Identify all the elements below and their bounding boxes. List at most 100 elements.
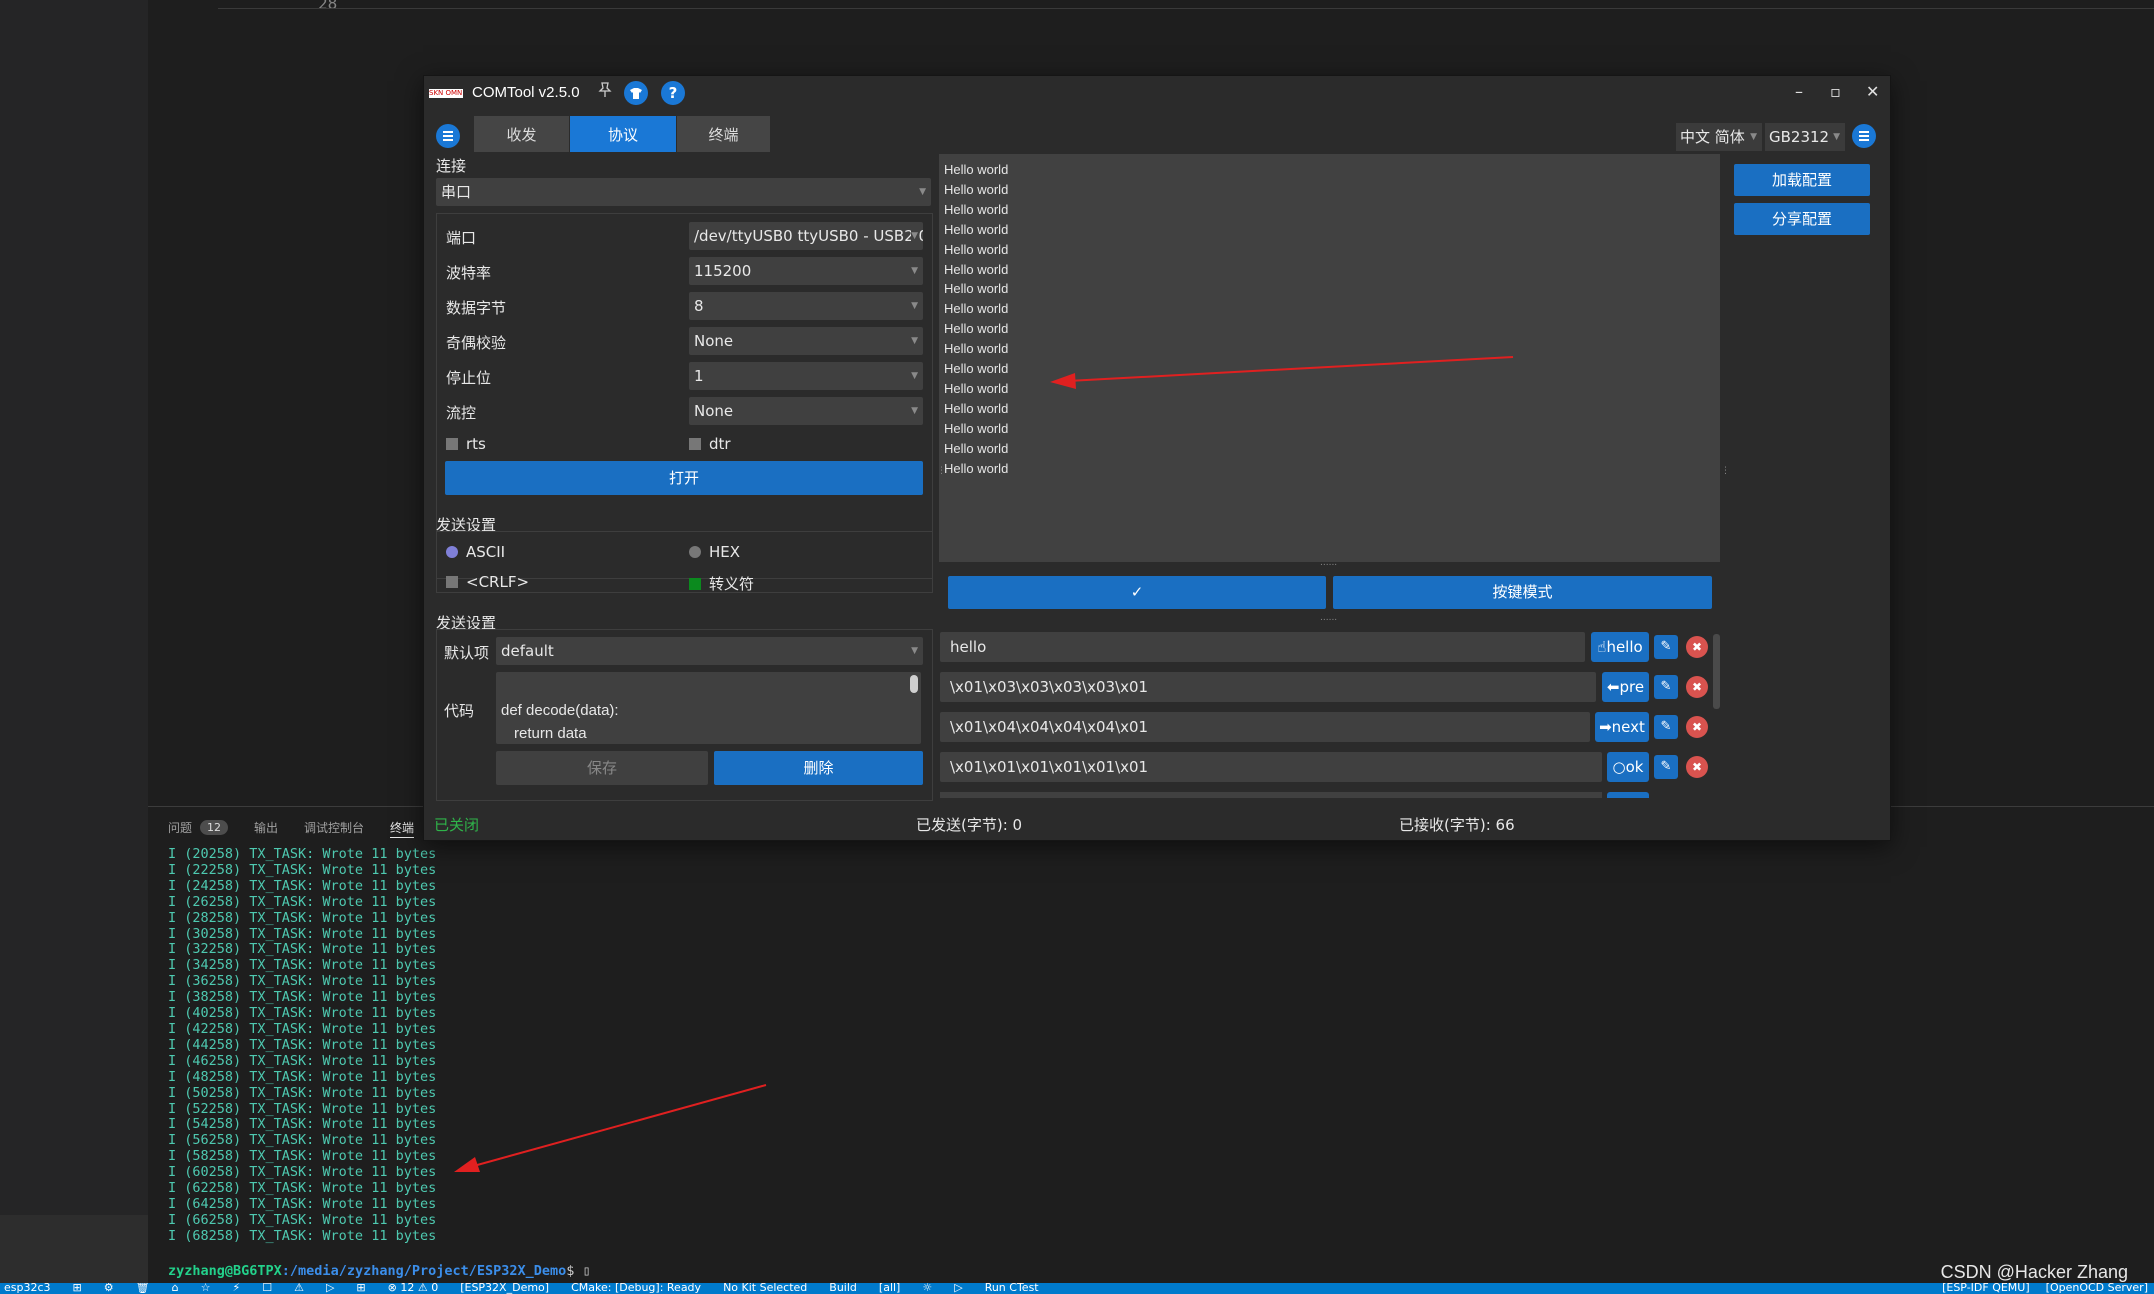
splitter-handle-left[interactable]: ⋮ — [937, 466, 946, 476]
status-item[interactable]: ⊞ — [356, 1283, 365, 1294]
pin-icon[interactable] — [598, 82, 612, 102]
right-menu-icon[interactable] — [1852, 124, 1876, 148]
terminal-line: I (50258) TX_TASK: Wrote 11 bytes — [168, 1084, 437, 1101]
splitter-handle-send[interactable]: ...... — [1320, 613, 1337, 623]
send-next-button[interactable]: ➡next — [1595, 712, 1649, 742]
terminal-prompt[interactable]: zyzhang@BG6TPX:/media/zyzhang/Project/ES… — [168, 1263, 591, 1279]
status-item[interactable]: [ESP32X_Demo] — [460, 1283, 549, 1294]
delete-icon[interactable]: ✖ — [1686, 756, 1708, 778]
status-item[interactable]: ⊗ 12 ⚠ 0 — [388, 1283, 439, 1294]
send-pre-button[interactable]: ⬅pre — [1602, 672, 1649, 702]
status-item[interactable]: esp32c3 — [4, 1283, 51, 1294]
status-item[interactable]: ⚡ — [232, 1283, 240, 1294]
edit-icon[interactable]: ✎ — [1654, 635, 1678, 659]
language-select[interactable]: 中文 简体 ▼ — [1676, 123, 1762, 151]
bytesize-select[interactable]: 8 ▼ — [689, 292, 923, 320]
splitter-handle-right[interactable]: ⋮ — [1721, 466, 1730, 476]
shirt-icon[interactable] — [624, 81, 648, 105]
status-item[interactable]: ☐ — [262, 1283, 272, 1294]
save-button[interactable]: 保存 — [496, 751, 708, 785]
edit-icon[interactable]: ✎ — [1654, 675, 1678, 699]
send-item-input[interactable]: \x01\x04\x04\x04\x04\x01 — [940, 712, 1590, 742]
send-ok-label: ok — [1625, 758, 1644, 776]
clear-button[interactable]: ✓ — [948, 576, 1326, 609]
delete-icon[interactable]: ✖ — [1686, 676, 1708, 698]
status-item[interactable]: ▷ — [326, 1283, 334, 1294]
baudrate-value: 115200 — [694, 262, 752, 280]
load-config-button[interactable]: 加载配置 — [1734, 164, 1870, 196]
hex-radio[interactable]: HEX — [689, 543, 740, 561]
delete-button[interactable]: 删除 — [714, 751, 923, 785]
title-bar[interactable]: SKN OMN COMTool v2.5.0 ? – ▫ ✕ — [424, 76, 1890, 110]
tab-send-receive[interactable]: 收发 — [474, 116, 569, 152]
terminal-output[interactable]: I (20258) TX_TASK: Wrote 11 bytes I (2225… — [168, 846, 437, 1245]
send-list-scrollbar[interactable] — [1713, 634, 1720, 709]
port-select[interactable]: /dev/ttyUSB0 ttyUSB0 - USB2.0 ▼ — [689, 222, 923, 250]
dtr-checkbox[interactable]: dtr — [689, 435, 731, 453]
receive-line: Hello world — [944, 380, 1009, 396]
status-item[interactable]: ☆ — [201, 1283, 211, 1294]
delete-icon[interactable]: ✖ — [1686, 716, 1708, 738]
panel-tab-debug-console[interactable]: 调试控制台 — [304, 818, 364, 838]
ascii-radio[interactable]: ASCII — [446, 543, 505, 561]
open-port-button[interactable]: 打开 — [445, 461, 923, 495]
status-item[interactable]: ⚙ — [104, 1283, 114, 1294]
status-item[interactable]: Build — [829, 1283, 857, 1294]
panel-tab-output[interactable]: 输出 — [254, 818, 278, 838]
code-editor[interactable]: def decode(data): return data — [496, 672, 921, 744]
received-bytes: 已接收(字节): 66 — [1399, 816, 1515, 834]
terminal-line: I (44258) TX_TASK: Wrote 11 bytes — [168, 1036, 437, 1053]
edit-icon[interactable]: ✎ — [1654, 715, 1678, 739]
stopbits-select[interactable]: 1 ▼ — [689, 362, 923, 390]
connection-type-select[interactable]: 串口 ▼ — [436, 178, 931, 206]
flowcontrol-select[interactable]: None ▼ — [689, 397, 923, 425]
delete-icon[interactable]: ✖ — [1686, 636, 1708, 658]
parity-select[interactable]: None ▼ — [689, 327, 923, 355]
help-icon[interactable]: ? — [661, 81, 685, 105]
status-item-right[interactable]: [OpenOCD Server] — [2046, 1283, 2148, 1294]
terminal-line: I (22258) TX_TASK: Wrote 11 bytes — [168, 861, 437, 878]
receive-area[interactable]: Hello world Hello world Hello world Hello w… — [939, 154, 1720, 562]
edit-icon[interactable]: ✎ — [1654, 755, 1678, 779]
splitter-handle-mid[interactable]: ...... — [1320, 558, 1337, 568]
status-item[interactable]: ▷ — [954, 1283, 962, 1294]
default-item-select[interactable]: default ▼ — [496, 637, 923, 665]
status-item[interactable]: 🗑 — [136, 1283, 150, 1294]
crlf-checkbox[interactable]: <CRLF> — [446, 573, 529, 591]
dtr-checkbox-box — [689, 438, 701, 450]
rts-checkbox[interactable]: rts — [446, 435, 486, 453]
send-item-input[interactable]: \x01\x01\x01\x01\x01\x01 — [940, 752, 1602, 782]
status-item[interactable]: No Kit Selected — [723, 1283, 807, 1294]
default-item-label: 默认项 — [444, 644, 490, 662]
baudrate-select[interactable]: 115200 ▼ — [689, 257, 923, 285]
share-config-button[interactable]: 分享配置 — [1734, 203, 1870, 235]
send-item-input[interactable]: \x01\x03\x03\x03\x03\x01 — [940, 672, 1596, 702]
menu-icon[interactable] — [436, 124, 460, 148]
status-item[interactable]: CMake: [Debug]: Ready — [571, 1283, 701, 1294]
code-scrollbar[interactable] — [910, 675, 918, 693]
tab-terminal[interactable]: 终端 — [677, 116, 770, 152]
receive-line: Hello world — [944, 261, 1009, 277]
status-item[interactable]: ☼ — [922, 1283, 932, 1294]
encoding-select[interactable]: GB2312 ▼ — [1765, 123, 1845, 151]
send-item-input[interactable]: hello — [940, 632, 1585, 662]
key-mode-button[interactable]: 按键模式 — [1333, 576, 1712, 609]
receive-line: Hello world — [944, 321, 1009, 337]
status-item[interactable]: ⊞ — [73, 1283, 82, 1294]
status-item[interactable]: ⚠ — [294, 1283, 304, 1294]
status-item[interactable]: Run CTest — [985, 1283, 1039, 1294]
panel-tab-terminal[interactable]: 终端 — [390, 817, 415, 838]
escape-checkbox[interactable]: 转义符 — [689, 573, 754, 594]
close-icon[interactable]: ✕ — [1866, 82, 1879, 101]
status-item[interactable]: [all] — [879, 1283, 900, 1294]
tab-protocol[interactable]: 协议 — [570, 116, 676, 152]
status-item[interactable]: ⌂ — [172, 1283, 179, 1294]
send-hello-button[interactable]: ☝hello — [1591, 632, 1649, 662]
send-ok-button[interactable]: ○ok — [1607, 752, 1649, 782]
stopbits-label: 停止位 — [446, 369, 492, 387]
minimize-icon[interactable]: – — [1795, 82, 1803, 101]
parity-value: None — [694, 332, 734, 350]
panel-tab-problems[interactable]: 问题 12 — [168, 818, 229, 838]
status-item-right[interactable]: [ESP-IDF QEMU] — [1942, 1283, 2030, 1294]
maximize-icon[interactable]: ▫ — [1830, 82, 1841, 101]
